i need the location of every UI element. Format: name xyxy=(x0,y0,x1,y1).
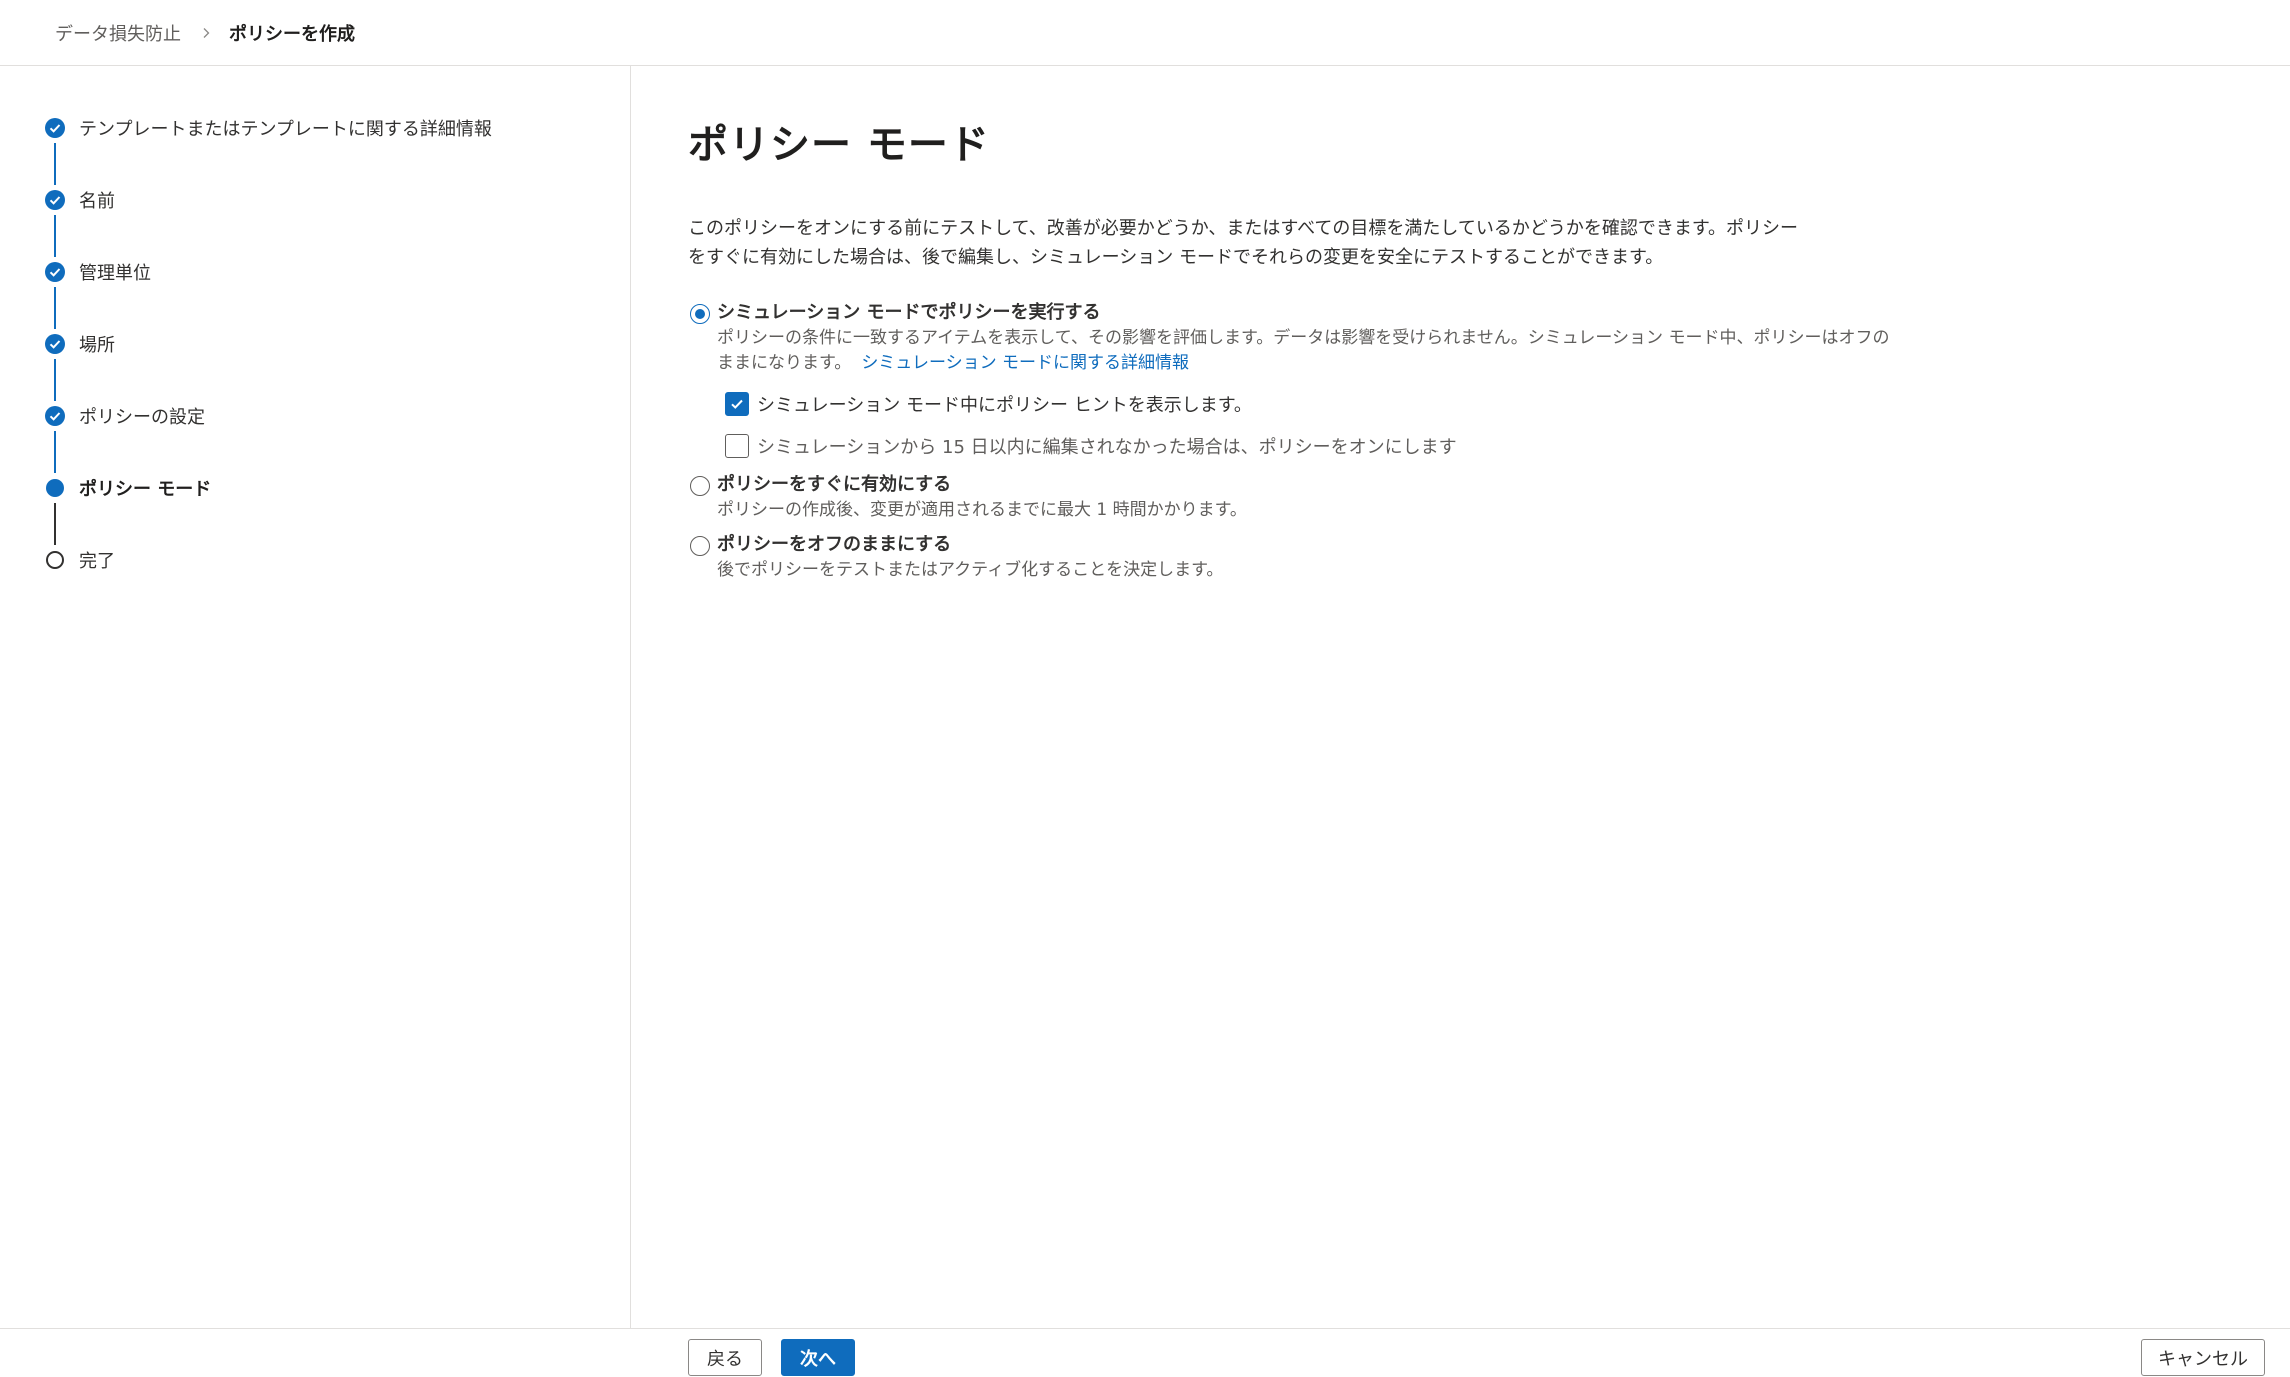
option-description: ポリシーの条件に一致するアイテムを表示して、その影響を評価します。データは影響を… xyxy=(717,326,1897,376)
intro-line: このポリシーをオンにする前にテストして、改善が必要かどうか、またはすべての目標を… xyxy=(688,218,1799,239)
option-description: 後でポリシーをテストまたはアクティブ化することを決定します。 xyxy=(717,560,1224,580)
step-template[interactable]: テンプレートまたはテンプレートに関する詳細情報 xyxy=(44,113,492,143)
back-button[interactable]: 戻る xyxy=(688,1339,762,1376)
option-description: ポリシーの作成後、変更が適用されるまでに最大 1 時間かかります。 xyxy=(717,500,1247,520)
step-label: テンプレートまたはテンプレートに関する詳細情報 xyxy=(79,119,492,140)
step-label: 管理単位 xyxy=(79,263,151,284)
step-label: 完了 xyxy=(79,551,115,572)
step-label: 名前 xyxy=(79,191,115,212)
option-turn-on-immediately: ポリシーをすぐに有効にする ポリシーの作成後、変更が適用されるまでに最大 1 時… xyxy=(688,472,1908,526)
step-finish[interactable]: 完了 xyxy=(44,545,115,575)
auto-turn-on-checkbox[interactable] xyxy=(725,434,749,458)
radio-turn-on-immediately[interactable] xyxy=(690,476,710,496)
cancel-button[interactable]: キャンセル xyxy=(2141,1339,2265,1376)
intro-line: をすぐに有効にした場合は、後で編集し、シミュレーション モードでそれらの変更を安… xyxy=(688,247,1664,268)
check-circle-icon xyxy=(44,189,66,211)
header: データ損失防止 ポリシーを作成 xyxy=(0,0,2290,66)
intro-text: このポリシーをオンにする前にテストして、改善が必要かどうか、またはすべての目標を… xyxy=(688,214,1888,272)
step-admin-units[interactable]: 管理単位 xyxy=(44,257,151,287)
step-policy-mode[interactable]: ポリシー モード xyxy=(44,473,211,503)
option-title: ポリシーをすぐに有効にする xyxy=(717,474,952,495)
show-policy-tips-checkbox[interactable] xyxy=(725,392,749,416)
radio-simulation-mode[interactable] xyxy=(690,304,710,324)
check-circle-icon xyxy=(44,261,66,283)
current-step-dot-icon xyxy=(44,477,66,499)
step-connector xyxy=(54,143,56,185)
checkbox-label: シミュレーションから 15 日以内に編集されなかった場合は、ポリシーをオンにしま… xyxy=(757,437,1457,458)
chevron-right-icon xyxy=(199,26,213,40)
step-label: ポリシー モード xyxy=(79,479,212,500)
check-circle-icon xyxy=(44,405,66,427)
radio-leave-off[interactable] xyxy=(690,536,710,556)
step-locations[interactable]: 場所 xyxy=(44,329,115,359)
checkmark-icon xyxy=(731,399,743,409)
step-name[interactable]: 名前 xyxy=(44,185,115,215)
footer-action-bar: 戻る 次へ キャンセル xyxy=(0,1328,2290,1377)
simulation-mode-learn-more-link[interactable]: シミュレーション モードに関する詳細情報 xyxy=(861,353,1189,373)
option-title: シミュレーション モードでポリシーを実行する xyxy=(717,302,1101,323)
step-policy-settings[interactable]: ポリシーの設定 xyxy=(44,401,205,431)
check-circle-icon xyxy=(44,117,66,139)
option-desc-line: ままになります。 xyxy=(717,353,852,373)
option-simulation-mode: シミュレーション モードでポリシーを実行する ポリシーの条件に一致するアイテムを… xyxy=(688,300,1908,373)
page-title: ポリシー モード xyxy=(688,122,990,168)
step-connector xyxy=(54,215,56,257)
step-connector xyxy=(54,359,56,401)
app-root: データ損失防止 ポリシーを作成 テンプレートまたはテンプレートに関する詳細情報 … xyxy=(0,0,2290,1377)
breadcrumb-parent-link[interactable]: データ損失防止 xyxy=(55,20,181,46)
step-connector xyxy=(54,431,56,473)
option-leave-off: ポリシーをオフのままにする 後でポリシーをテストまたはアクティブ化することを決定… xyxy=(688,532,1908,586)
step-connector xyxy=(54,287,56,329)
checkbox-row-auto-turn-on: シミュレーションから 15 日以内に編集されなかった場合は、ポリシーをオンにしま… xyxy=(725,433,1457,459)
step-label: ポリシーの設定 xyxy=(79,407,205,428)
breadcrumb-current: ポリシーを作成 xyxy=(229,23,355,45)
step-connector xyxy=(54,503,56,545)
next-button[interactable]: 次へ xyxy=(781,1339,855,1376)
wizard-step-rail: テンプレートまたはテンプレートに関する詳細情報 名前 管理単位 場所 ポリシーの… xyxy=(0,66,631,1328)
empty-circle-icon xyxy=(44,549,66,571)
option-desc-line: ポリシーの条件に一致するアイテムを表示して、その影響を評価します。データは影響を… xyxy=(717,328,1890,348)
checkbox-row-show-policy-tips: シミュレーション モード中にポリシー ヒントを表示します。 xyxy=(725,391,1252,417)
check-circle-icon xyxy=(44,333,66,355)
option-title: ポリシーをオフのままにする xyxy=(717,534,952,555)
checkbox-label: シミュレーション モード中にポリシー ヒントを表示します。 xyxy=(757,395,1252,416)
step-label: 場所 xyxy=(79,335,115,356)
